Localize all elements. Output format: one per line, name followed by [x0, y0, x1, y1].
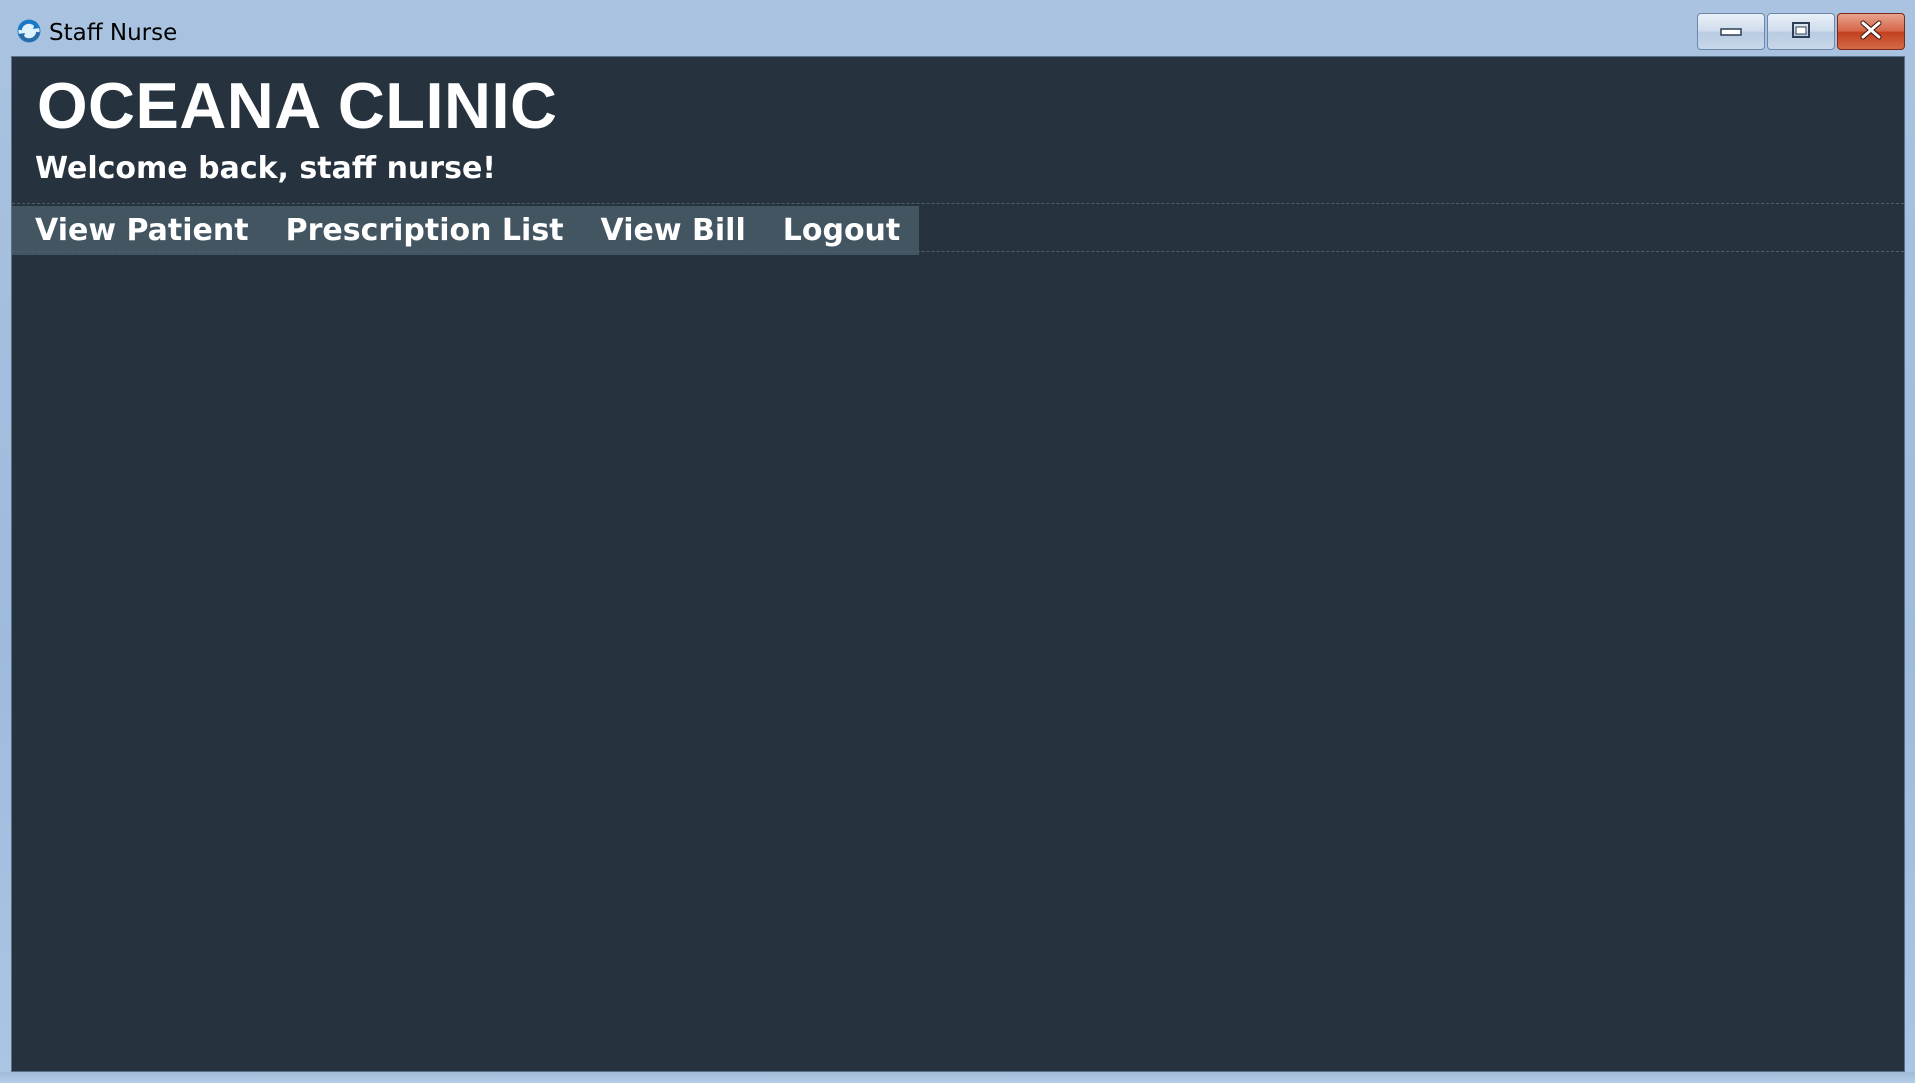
close-icon — [1859, 20, 1883, 44]
menu-item-prescription-list[interactable]: Prescription List — [268, 206, 583, 255]
menu-item-view-bill[interactable]: View Bill — [583, 206, 765, 255]
close-button[interactable] — [1837, 13, 1905, 50]
window-title: Staff Nurse — [49, 20, 178, 46]
menu-divider — [12, 251, 1904, 252]
title-bar[interactable]: Staff Nurse — [0, 0, 1915, 56]
menu-item-logout[interactable]: Logout — [765, 206, 920, 255]
menu-item-view-patient[interactable]: View Patient — [12, 206, 268, 255]
minimize-button[interactable] — [1697, 13, 1765, 50]
header-divider — [12, 203, 1904, 204]
window-bottom-border — [0, 1072, 1915, 1083]
app-refresh-icon — [16, 18, 42, 44]
menu-bar: View Patient Prescription List View Bill… — [12, 206, 920, 255]
main-panel: OCEANA CLINIC Welcome back, staff nurse!… — [11, 56, 1905, 1072]
application-window: Staff Nurse OCEANA CLINIC Welcome back, … — [0, 0, 1915, 1083]
welcome-message: Welcome back, staff nurse! — [35, 151, 496, 186]
clinic-title: OCEANA CLINIC — [37, 69, 558, 142]
minimize-icon — [1720, 22, 1742, 41]
maximize-icon — [1791, 21, 1811, 43]
maximize-button[interactable] — [1767, 13, 1835, 50]
content-area — [12, 257, 1904, 1067]
